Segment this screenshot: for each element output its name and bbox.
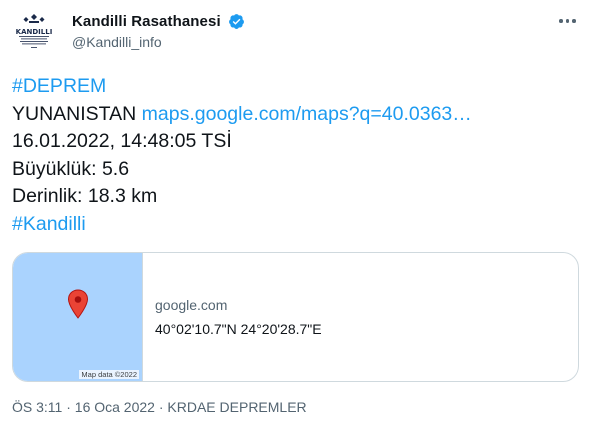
tweet-time[interactable]: ÖS 3:11: [12, 399, 62, 415]
tweet-date[interactable]: 16 Oca 2022: [75, 399, 155, 415]
account-handle[interactable]: @Kandilli_info: [72, 34, 245, 50]
verified-badge-icon: [229, 14, 245, 30]
card-title: 40°02'10.7"N 24°20'28.7"E: [155, 321, 322, 337]
card-domain: google.com: [155, 297, 228, 313]
svg-text:KANDILLI: KANDILLI: [16, 28, 53, 36]
display-name[interactable]: Kandilli Rasathanesi: [72, 13, 221, 30]
link-preview-card[interactable]: Map data ©2022 google.com 40°02'10.7"N 2…: [12, 252, 579, 382]
map-thumbnail[interactable]: Map data ©2022: [13, 253, 143, 381]
meta-separator: ·: [158, 399, 164, 415]
datetime-text: 16.01.2022, 14:48:05 TSİ: [12, 130, 232, 152]
map-credit: Map data ©2022: [79, 370, 139, 379]
account-names: Kandilli Rasathanesi @Kandilli_info: [72, 13, 245, 50]
tweet-meta: ÖS 3:11 · 16 Oca 2022 · KRDAE DEPREMLER: [12, 399, 307, 415]
hashtag-deprem[interactable]: #DEPREM: [12, 75, 106, 97]
more-options-icon[interactable]: [559, 14, 581, 28]
map-pin-icon: [67, 289, 89, 319]
depth-text: Derinlik: 18.3 km: [12, 185, 158, 207]
tweet-source[interactable]: KRDAE DEPREMLER: [167, 399, 306, 415]
magnitude-text: Büyüklük: 5.6: [12, 157, 130, 180]
tweet-header: KANDILLI Kandilli Rasathanesi @Kandilli_…: [0, 0, 595, 60]
kandilli-logo-icon: KANDILLI: [10, 10, 58, 58]
avatar[interactable]: KANDILLI: [10, 10, 58, 58]
hashtag-kandilli[interactable]: #Kandilli: [12, 213, 86, 235]
map-link[interactable]: maps.google.com/maps?q=40.0363…: [142, 103, 472, 125]
meta-separator: ·: [66, 399, 71, 415]
tweet-text: #DEPREM YUNANISTAN maps.google.com/maps?…: [12, 73, 472, 238]
location-text: YUNANISTAN: [12, 102, 137, 125]
